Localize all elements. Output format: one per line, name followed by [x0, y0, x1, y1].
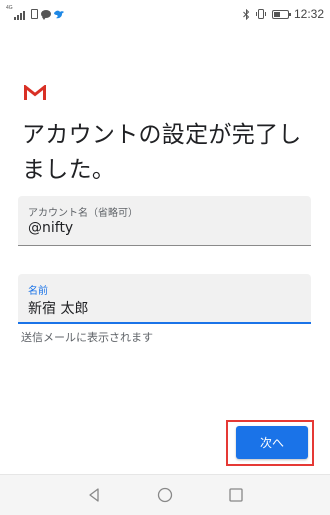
- bird-icon: [54, 10, 64, 18]
- home-icon[interactable]: [157, 487, 173, 503]
- status-left-group: 4G: [6, 5, 64, 21]
- account-name-label: アカウント名（省略可）: [28, 208, 138, 219]
- signal-tag: 4G: [6, 5, 13, 11]
- vibrate-icon: [255, 9, 266, 19]
- your-name-field[interactable]: 名前 新宿 太郎: [18, 274, 311, 324]
- recent-apps-icon[interactable]: [228, 487, 244, 503]
- account-name-value: @nifty: [28, 220, 74, 236]
- your-name-value: 新宿 太郎: [28, 301, 89, 317]
- next-button[interactable]: 次へ: [236, 426, 308, 459]
- status-bar: 4G 12:32: [0, 0, 330, 28]
- clock: 12:32: [293, 7, 324, 21]
- gmail-logo: [24, 85, 46, 100]
- chat-icon: [41, 10, 51, 20]
- status-right-group: 12:32: [243, 6, 324, 22]
- page-title: アカウントの設定が完了しました。: [22, 122, 302, 183]
- bluetooth-icon: [243, 8, 250, 20]
- navigation-bar: [0, 474, 330, 515]
- signal-icon: 4G: [6, 5, 28, 20]
- back-icon[interactable]: [86, 487, 102, 503]
- battery-icon: [271, 9, 291, 19]
- your-name-helper: 送信メールに表示されます: [21, 331, 153, 344]
- your-name-label: 名前: [28, 286, 48, 297]
- account-name-field[interactable]: アカウント名（省略可） @nifty: [18, 196, 311, 246]
- sim-icon: [31, 9, 38, 19]
